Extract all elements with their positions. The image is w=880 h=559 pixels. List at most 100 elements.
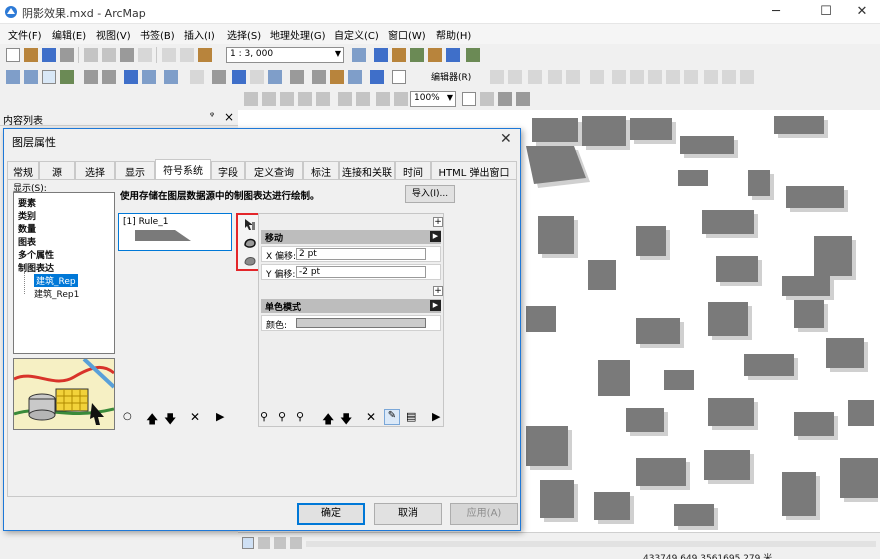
zoom-100-icon[interactable]: [316, 92, 330, 106]
find-route-icon[interactable]: [330, 70, 344, 84]
go-to-xy-icon[interactable]: [348, 70, 362, 84]
section-arrow-icon[interactable]: ▶: [430, 231, 441, 242]
layer-play-arrow-icon[interactable]: ▶: [432, 410, 440, 423]
tab-definition-query[interactable]: 定义查询: [245, 161, 303, 179]
identify-icon[interactable]: [232, 70, 246, 84]
previous-extent-icon[interactable]: [376, 92, 390, 106]
horizontal-scrollbar[interactable]: [306, 541, 876, 547]
menu-geoprocessing[interactable]: 地理处理(G): [270, 27, 326, 42]
apply-button[interactable]: 应用(A): [450, 503, 518, 525]
delete-icon[interactable]: [138, 48, 152, 62]
layout-view-icon[interactable]: [258, 537, 270, 549]
menu-insert[interactable]: 插入(I): [184, 27, 215, 42]
tab-source[interactable]: 源: [39, 161, 75, 179]
copy-icon[interactable]: [102, 48, 116, 62]
rule-item[interactable]: [1] Rule_1: [118, 213, 232, 251]
fixed-zoom-in-layout-icon[interactable]: [338, 92, 352, 106]
pin-icon[interactable]: ᵠ: [210, 111, 214, 122]
catalog-icon[interactable]: [392, 48, 406, 62]
fixed-zoom-in-icon[interactable]: [84, 70, 98, 84]
table-of-contents-icon[interactable]: [374, 48, 388, 62]
pause-drawing-icon[interactable]: [290, 537, 302, 549]
create-viewer-window-icon[interactable]: [392, 70, 406, 84]
tree-item-features[interactable]: 要素: [18, 196, 36, 209]
dialog-close-button[interactable]: ✕: [500, 131, 512, 147]
change-layout-icon[interactable]: [498, 92, 512, 106]
x-offset-input[interactable]: 2 pt: [296, 248, 426, 260]
time-slider-icon[interactable]: [370, 70, 384, 84]
zoom-whole-page-icon[interactable]: [298, 92, 312, 106]
refresh-icon[interactable]: [274, 537, 286, 549]
layout-zoom-out-icon[interactable]: [262, 92, 276, 106]
tree-item-charts[interactable]: 图表: [18, 235, 36, 248]
model-builder-icon[interactable]: [466, 48, 480, 62]
menu-help[interactable]: 帮助(H): [436, 27, 471, 42]
add-rule-icon[interactable]: ○: [123, 411, 132, 422]
add-stroke-layer-icon[interactable]: ⚲: [278, 410, 286, 423]
tree-item-multiple-attributes[interactable]: 多个属性: [18, 248, 54, 261]
import-button[interactable]: 导入(I)...: [405, 185, 455, 203]
cancel-button[interactable]: 取消: [374, 503, 442, 525]
pointer-marker-icon[interactable]: [243, 217, 257, 231]
print-icon[interactable]: [60, 48, 74, 62]
maximize-button[interactable]: ☐: [806, 0, 846, 24]
delete-layer-icon[interactable]: ✕: [366, 410, 376, 424]
editor-toolbar-icon[interactable]: [352, 48, 366, 62]
arctoolbox-icon[interactable]: [428, 48, 442, 62]
layer-move-up-icon[interactable]: 🡅: [322, 410, 334, 431]
add-marker-layer-icon[interactable]: ⚲: [260, 410, 268, 423]
toc-close-icon[interactable]: ×: [224, 110, 234, 124]
undo-icon[interactable]: [162, 48, 176, 62]
edit-symbol-brush-icon[interactable]: ✎: [384, 409, 400, 425]
fixed-zoom-out-layout-icon[interactable]: [356, 92, 370, 106]
tab-joins-relates[interactable]: 连接和关联: [339, 161, 395, 179]
go-forward-icon[interactable]: [142, 70, 156, 84]
menu-bookmarks[interactable]: 书签(B): [140, 27, 175, 42]
select-elements-icon[interactable]: [212, 70, 226, 84]
add-fill-layer-icon[interactable]: ⚲: [296, 410, 304, 423]
next-extent-icon[interactable]: [394, 92, 408, 106]
layer-move-down-icon[interactable]: 🡇: [340, 410, 352, 431]
add-effect-icon[interactable]: +: [433, 286, 443, 296]
clear-selection-icon[interactable]: [190, 70, 204, 84]
paste-icon[interactable]: [120, 48, 134, 62]
add-data-icon[interactable]: [198, 48, 212, 62]
tab-fields[interactable]: 字段: [211, 161, 245, 179]
tab-symbology[interactable]: 符号系统: [155, 159, 211, 180]
tree-item-building-rep1[interactable]: 建筑_Rep1: [34, 287, 79, 300]
tab-html-popup[interactable]: HTML 弹出窗口: [431, 161, 517, 179]
open-folder-icon[interactable]: [24, 48, 38, 62]
color-swatch[interactable]: [296, 318, 426, 328]
save-icon[interactable]: [42, 48, 56, 62]
python-window-icon[interactable]: [446, 48, 460, 62]
close-window-button[interactable]: ✕: [842, 0, 880, 24]
editor-menu-button[interactable]: 编辑器(R): [428, 69, 480, 85]
new-document-icon[interactable]: [6, 48, 20, 62]
menu-view[interactable]: 视图(V): [96, 27, 131, 42]
focus-data-frame-icon[interactable]: [480, 92, 494, 106]
menu-edit[interactable]: 编辑(E): [52, 27, 86, 42]
play-arrow-icon[interactable]: ▶: [216, 410, 224, 423]
stroke-layer-icon[interactable]: [243, 235, 257, 249]
zoom-percent-combo[interactable]: 100% ▼: [410, 91, 456, 107]
tree-item-quantities[interactable]: 数量: [18, 222, 36, 235]
minimize-button[interactable]: ─: [756, 0, 796, 24]
hyperlink-icon[interactable]: [250, 70, 264, 84]
tab-time[interactable]: 时间: [395, 161, 431, 179]
zoom-in-icon[interactable]: [6, 70, 20, 84]
layout-pan-icon[interactable]: [280, 92, 294, 106]
go-back-icon[interactable]: [124, 70, 138, 84]
redo-icon[interactable]: [180, 48, 194, 62]
find-binoculars-icon[interactable]: [312, 70, 326, 84]
search-window-icon[interactable]: [410, 48, 424, 62]
fill-layer-icon[interactable]: [243, 253, 257, 267]
layout-zoom-in-icon[interactable]: [244, 92, 258, 106]
toggle-draft-mode-icon[interactable]: [462, 92, 476, 106]
tree-item-building-rep[interactable]: 建筑_Rep: [34, 274, 78, 287]
select-features-icon[interactable]: [164, 70, 178, 84]
pan-hand-icon[interactable]: [42, 70, 56, 84]
menu-selection[interactable]: 选择(S): [227, 27, 261, 42]
add-effect-icon[interactable]: +: [433, 217, 443, 227]
cut-icon[interactable]: [84, 48, 98, 62]
tab-general[interactable]: 常规: [7, 161, 39, 179]
